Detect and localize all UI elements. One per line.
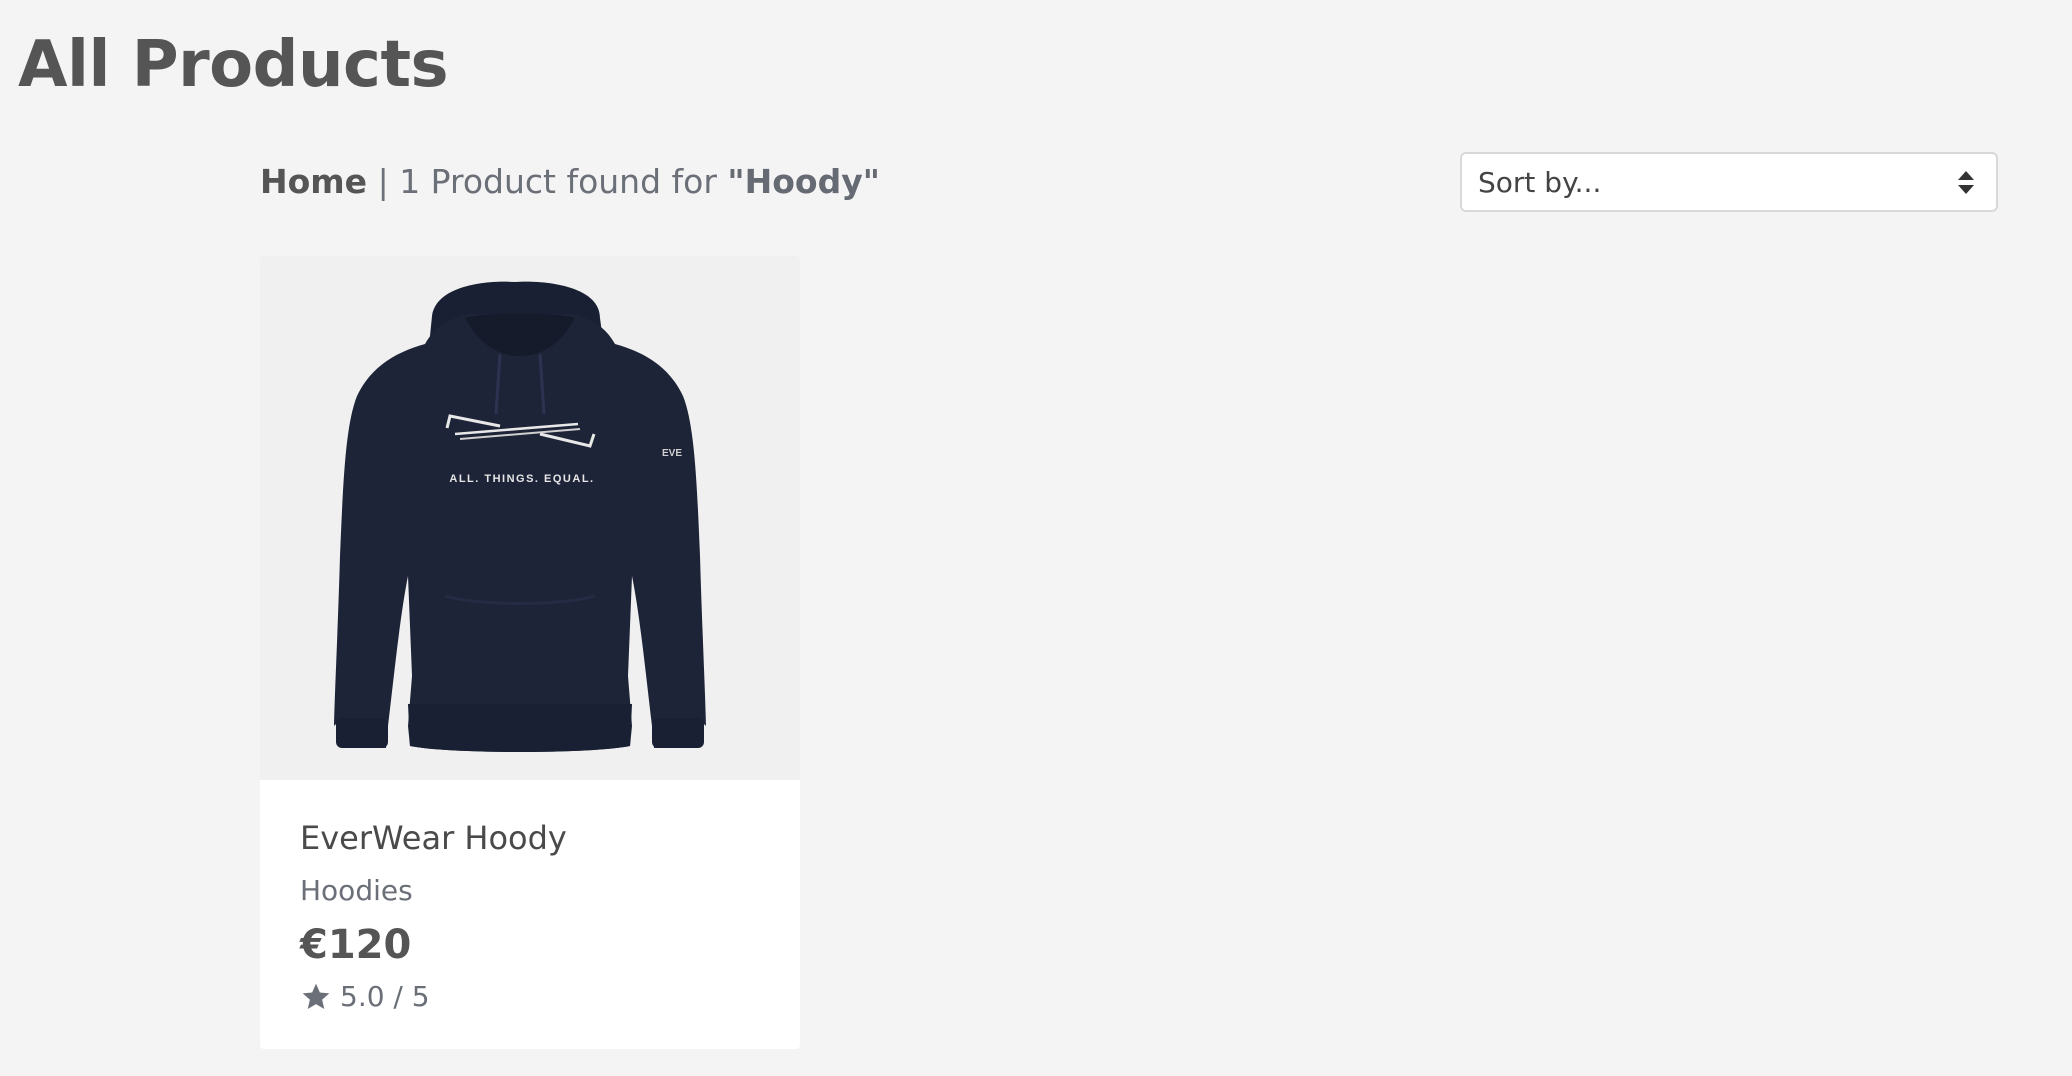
product-card[interactable]: ALL. THINGS. EQUAL. EVE EverWear Hoody H…: [260, 256, 800, 1049]
product-image[interactable]: ALL. THINGS. EQUAL. EVE: [260, 256, 800, 780]
page-title: All Products: [18, 28, 449, 102]
sort-dropdown[interactable]: Sort by...: [1460, 152, 1998, 212]
breadcrumb-separator: |: [377, 162, 389, 201]
products-page: All Products Home | 1 Product found for …: [0, 0, 2072, 1076]
rating-value: 5.0 / 5: [340, 980, 430, 1013]
sort-dropdown-label: Sort by...: [1478, 165, 1602, 199]
breadcrumb: Home | 1 Product found for "Hoody": [260, 160, 880, 204]
sort-arrows-icon: [1958, 170, 1974, 194]
product-category: Hoodies: [300, 874, 413, 907]
hoodie-image-icon: ALL. THINGS. EQUAL. EVE: [334, 281, 706, 752]
svg-text:EVE: EVE: [662, 448, 682, 459]
results-count-text: 1 Product found for: [399, 162, 717, 201]
product-name[interactable]: EverWear Hoody: [300, 818, 760, 858]
search-query-text: "Hoody": [727, 162, 880, 201]
product-rating: 5.0 / 5: [300, 979, 760, 1015]
star-icon: [302, 983, 330, 1009]
breadcrumb-home-link[interactable]: Home: [260, 162, 367, 201]
product-price: €120: [300, 922, 412, 968]
svg-text:ALL. THINGS. EQUAL.: ALL. THINGS. EQUAL.: [449, 473, 594, 485]
